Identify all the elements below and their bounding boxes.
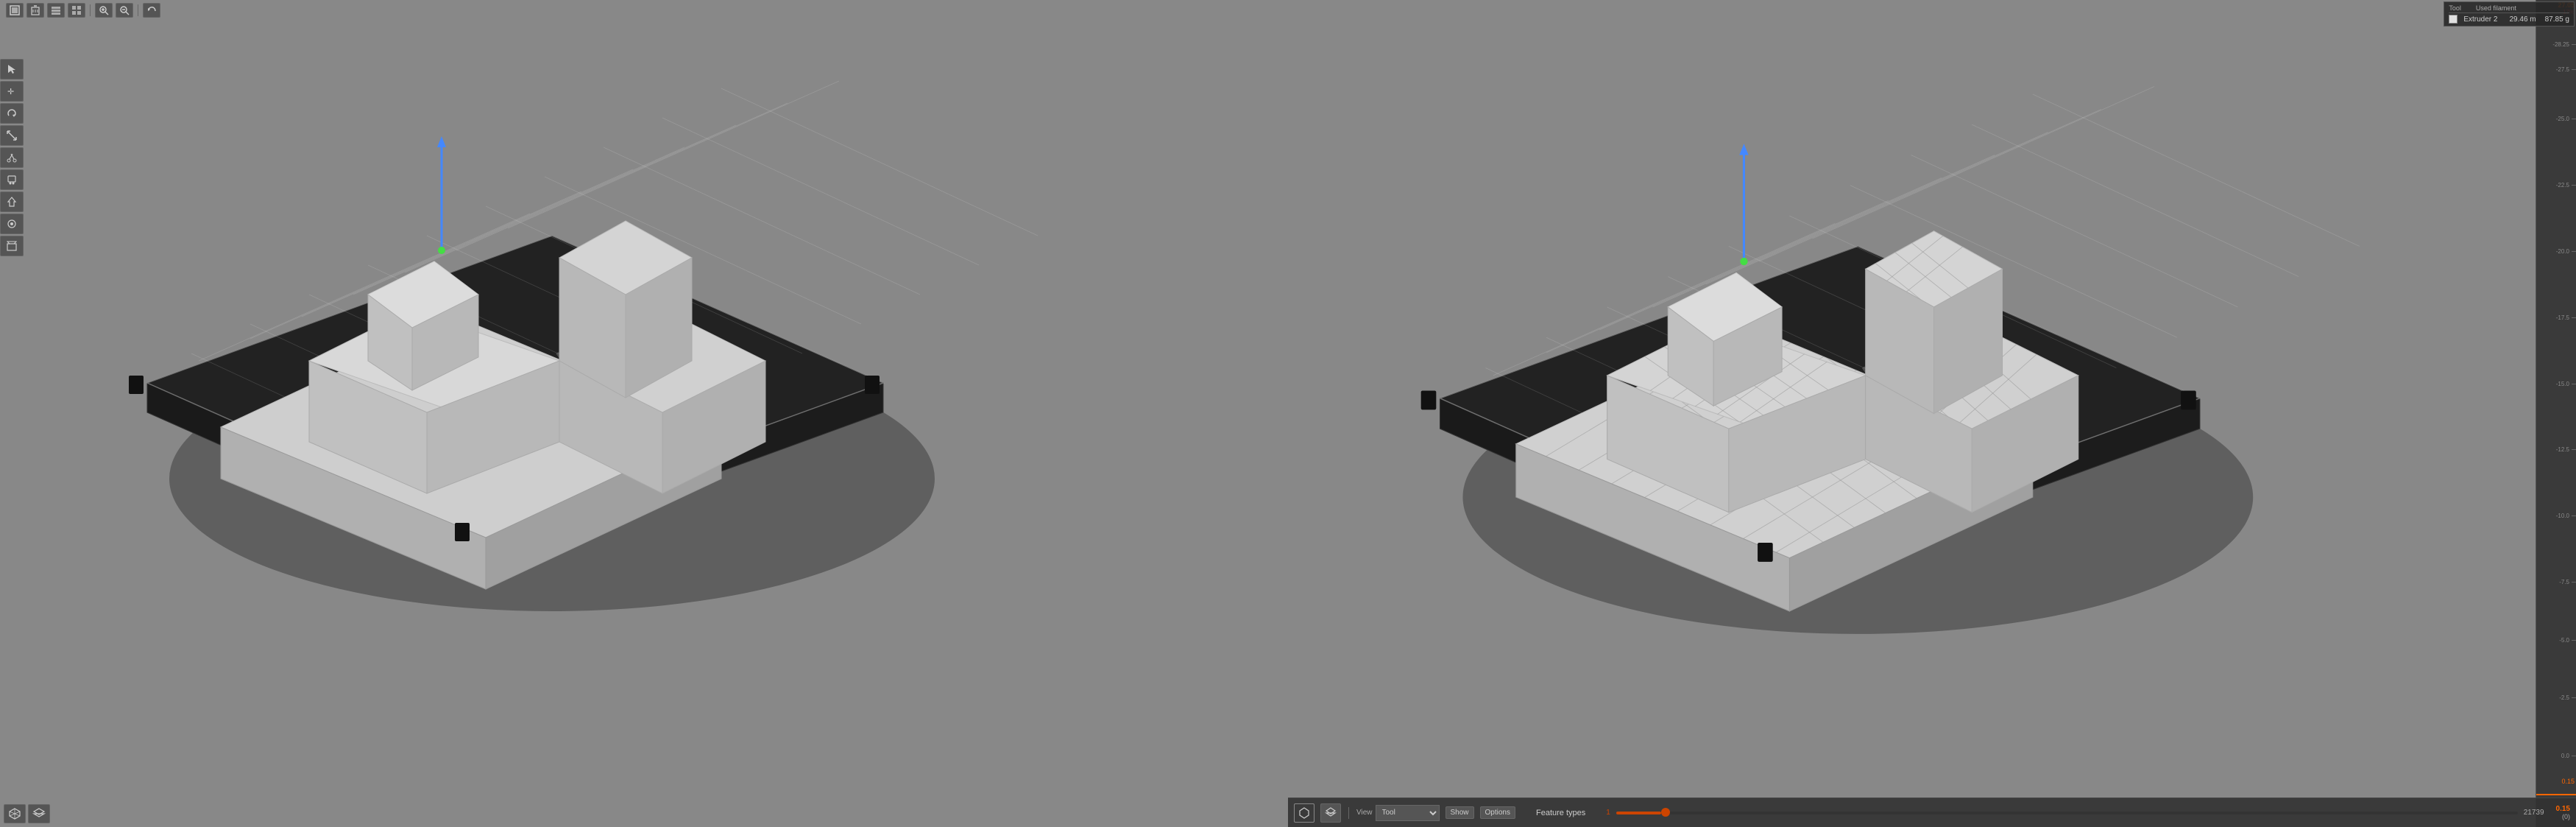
viewport-right: Tool Used filament Extruder 2 29.46 m 87… [1288,0,2576,827]
delete-button[interactable] [26,3,44,18]
slider-fill [1616,812,1661,814]
layers-button[interactable] [47,3,65,18]
view-layers-button[interactable] [1320,803,1341,823]
filament-length: 29.46 m [2509,15,2536,24]
view-mode-select[interactable]: Tool Feature type Height Speed [1376,805,1440,821]
sidebar-tools: ✛ [0,59,26,256]
paint-tool[interactable] [0,169,24,190]
ruler-right: 27.05 17% -28.25 -27.5 -25.0 -22.5 -20.0 [2536,0,2576,827]
ruler-tick-15: -15.0 [2544,381,2576,387]
layer-value-display: 0.15 (0) [2556,805,2570,820]
left-3d-scene: ORIGINAL PRUSA [0,0,1288,827]
layer-unit: (0) [2562,813,2570,820]
slider-min-label[interactable]: 1 [1606,809,1610,817]
ruler-tick-22: -22.5 [2544,182,2576,189]
perspective-tool[interactable] [0,236,24,256]
info-row-1: Extruder 2 29.46 m 87.85 g [2449,15,2569,24]
bottom-separator [1348,807,1349,819]
move-tool[interactable]: ✛ [0,81,24,102]
ruler-tick-28: -28.25 [2544,41,2576,48]
feature-types-label: Feature types [1536,809,1585,817]
bottom-left-icons [4,804,50,823]
ruler-tick-0: 0.0 [2544,753,2576,759]
ruler-tick-20: -20.0 [2544,248,2576,255]
view-cube-button[interactable] [1294,803,1314,823]
rotate-tool[interactable] [0,103,24,124]
viewport-left: ✛ [0,0,1288,827]
filament-weight: 87.85 g [2545,15,2569,24]
layer-value: 0.15 [2556,805,2570,813]
info-tool-header: Tool [2449,4,2461,12]
ruler-marker-value: 0.15 [2561,778,2575,785]
svg-text:✛: ✛ [7,88,14,96]
options-button[interactable]: Options [1480,806,1515,819]
select-tool[interactable] [0,59,24,80]
bottom-toolbar: View Tool Feature type Height Speed Show… [1288,798,2576,827]
toolbar-separator-1 [90,4,91,16]
layers-view-icon[interactable] [28,804,50,823]
ruler-tick-10: -10.0 [2544,513,2576,519]
support-tool[interactable] [0,191,24,212]
ruler-tick-25: -25.0 [2544,116,2576,122]
cut-tool[interactable] [0,147,24,168]
right-3d-scene: ORIGINAL PRUSA [1288,0,2576,827]
view-label: View [1356,809,1373,817]
extruder-label: Extruder 2 [2463,15,2497,24]
cube-view-icon[interactable] [4,804,26,823]
extruder-color-swatch [2449,15,2458,24]
ruler-orange-marker [2536,794,2576,795]
scale-tool[interactable] [0,125,24,146]
slider-max-label: 21739 [2524,809,2544,817]
ruler-tick-27: -27.5 [2544,66,2576,73]
ruler-tick-2: -2.5 [2544,694,2576,701]
toolbar-top [0,0,1288,21]
view-select-group: View Tool Feature type Height Speed [1356,805,1440,821]
ruler-tick-12: -12.5 [2544,446,2576,453]
ruler-tick-5: -5.0 [2544,637,2576,644]
layer-slider-area: 1 21739 [1606,809,2544,817]
info-header: Tool Used filament [2449,4,2569,13]
zoom-out-button[interactable] [116,3,133,18]
main-container: ✛ [0,0,2576,827]
ruler-tick-17: -17.5 [2544,314,2576,321]
ruler-tick-7: -7.5 [2544,579,2576,585]
show-button[interactable]: Show [1446,806,1474,819]
seam-tool[interactable] [0,214,24,234]
slider-thumb[interactable] [1661,808,1670,817]
info-filament-header: Used filament [2476,4,2516,12]
info-panel: Tool Used filament Extruder 2 29.46 m 87… [2444,1,2575,27]
arrange-button[interactable] [68,3,85,18]
zoom-in-button[interactable] [95,3,113,18]
add-model-button[interactable] [6,3,24,18]
undo-button[interactable] [143,3,160,18]
layer-slider-track[interactable] [1616,812,2518,814]
